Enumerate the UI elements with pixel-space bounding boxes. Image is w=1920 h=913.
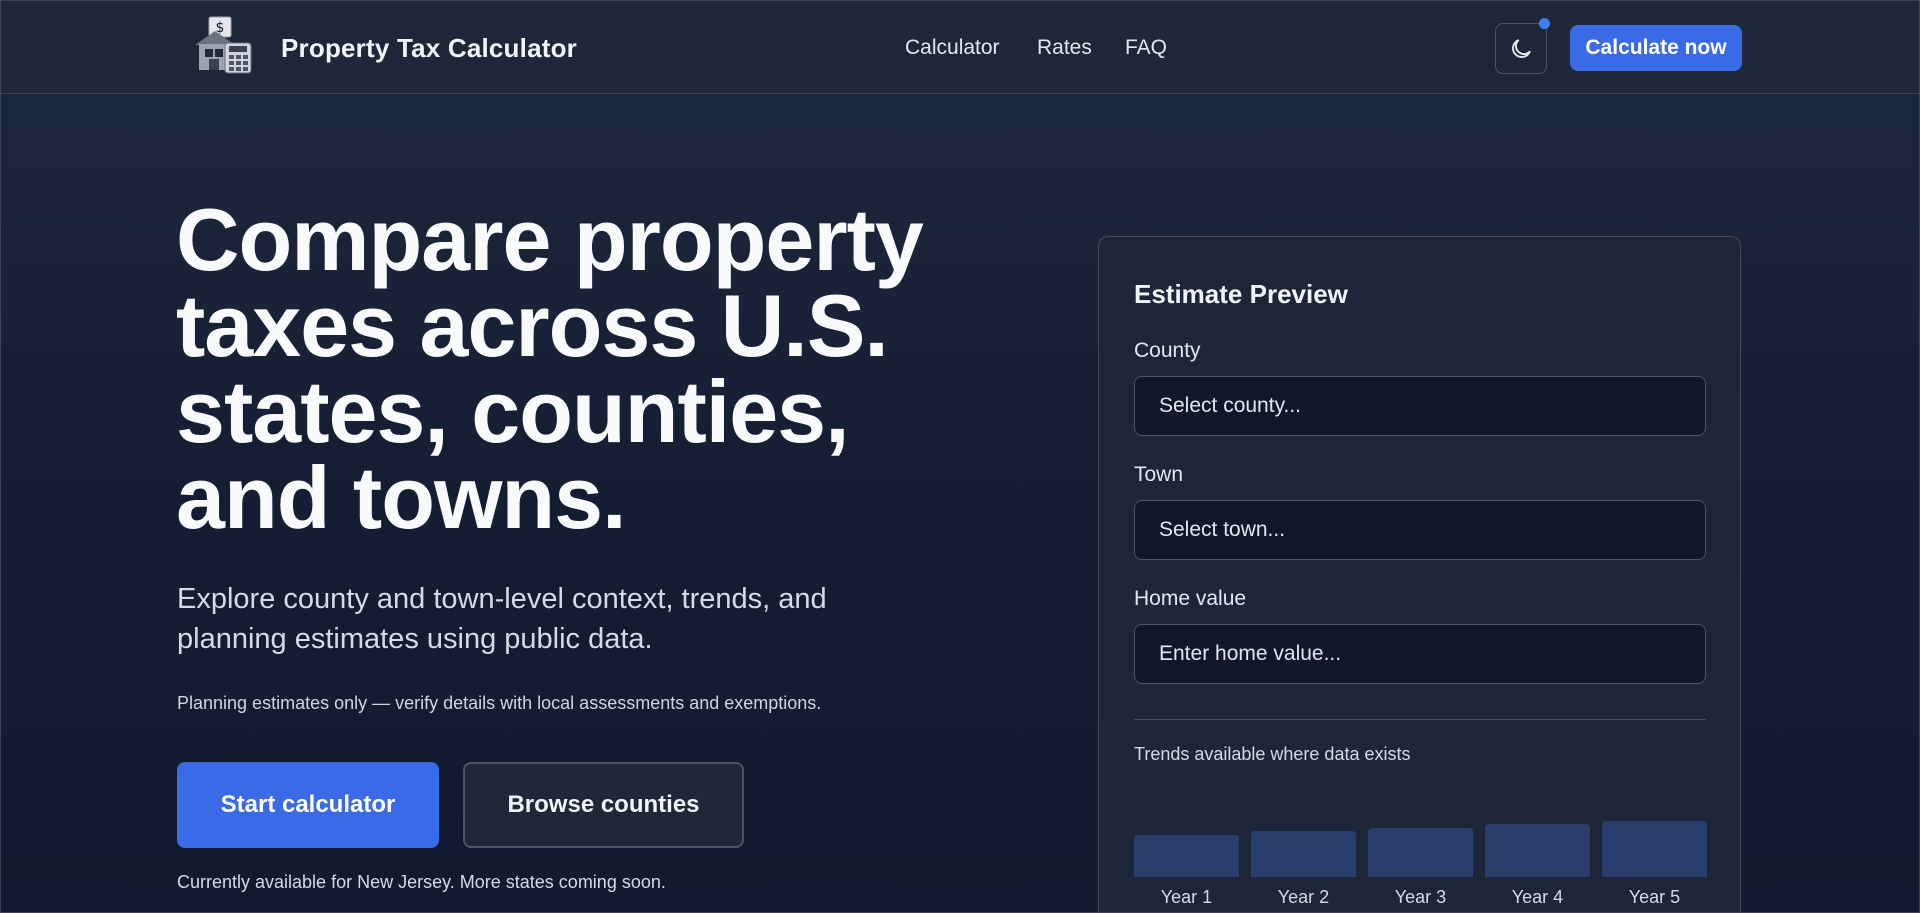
town-label: Town	[1134, 463, 1184, 486]
nav-link-faq[interactable]: FAQ	[1125, 36, 1167, 60]
hero-title-line: states, counties,	[176, 362, 850, 461]
county-select[interactable]: Select county...	[1134, 376, 1706, 436]
start-calculator-button[interactable]: Start calculator	[177, 762, 439, 848]
nav-link-calculator[interactable]: Calculator	[905, 36, 1000, 60]
disclaimer-note: Planning estimates only — verify details…	[177, 693, 822, 713]
trend-bar-label: Year 5	[1628, 887, 1681, 907]
brand-name[interactable]: Property Tax Calculator	[281, 33, 577, 64]
house-calculator-logo-icon[interactable]: $	[191, 15, 257, 75]
card-title: Estimate Preview	[1134, 279, 1348, 309]
hero-title-line: and towns.	[176, 448, 627, 547]
trend-bar	[1368, 827, 1473, 877]
home-value-label: Home value	[1134, 587, 1247, 610]
divider	[1134, 719, 1706, 720]
trend-bar	[1485, 823, 1590, 877]
theme-toggle-button[interactable]	[1495, 23, 1547, 74]
town-select[interactable]: Select town...	[1134, 500, 1706, 560]
trends-label: Trends available where data exists	[1134, 744, 1411, 764]
county-label: County	[1134, 339, 1201, 362]
hero-title-line: taxes across U.S.	[176, 276, 889, 375]
trend-bar-label: Year 3	[1394, 887, 1447, 907]
notification-dot	[1539, 18, 1550, 29]
top-navbar: $ Property Tax Calculator Calculator Rat…	[1, 1, 1919, 94]
calculate-now-button[interactable]: Calculate now	[1570, 25, 1742, 71]
trend-bar	[1602, 820, 1707, 877]
trend-bar	[1134, 835, 1239, 877]
trend-bar-chart: Year 1 Year 2 Year 3 Year 4 Year 5	[1134, 787, 1707, 912]
hero-title-line: Compare property	[176, 190, 924, 289]
hero-title: Compare property taxes across U.S. state…	[176, 196, 976, 542]
trend-bar	[1251, 831, 1356, 877]
hero-subtitle-line: Explore county and town-level context, t…	[177, 583, 827, 615]
nav-link-rates[interactable]: Rates	[1037, 36, 1092, 60]
trend-bar-label: Year 1	[1160, 887, 1213, 907]
browse-counties-button[interactable]: Browse counties	[463, 762, 744, 848]
home-value-input[interactable]: Enter home value...	[1134, 624, 1706, 684]
availability-note: Currently available for New Jersey. More…	[177, 872, 666, 892]
page: $ Property Tax Calculator Calculator Rat…	[0, 0, 1920, 913]
estimate-preview-card: Estimate Preview County Select county...…	[1098, 236, 1741, 912]
moon-icon	[1512, 38, 1531, 58]
hero-subtitle-line: planning estimates using public data.	[177, 623, 653, 655]
trend-bar-label: Year 4	[1511, 887, 1564, 907]
hero-subtitle: Explore county and town-level context, t…	[177, 579, 937, 659]
trend-bar-label: Year 2	[1277, 887, 1330, 907]
